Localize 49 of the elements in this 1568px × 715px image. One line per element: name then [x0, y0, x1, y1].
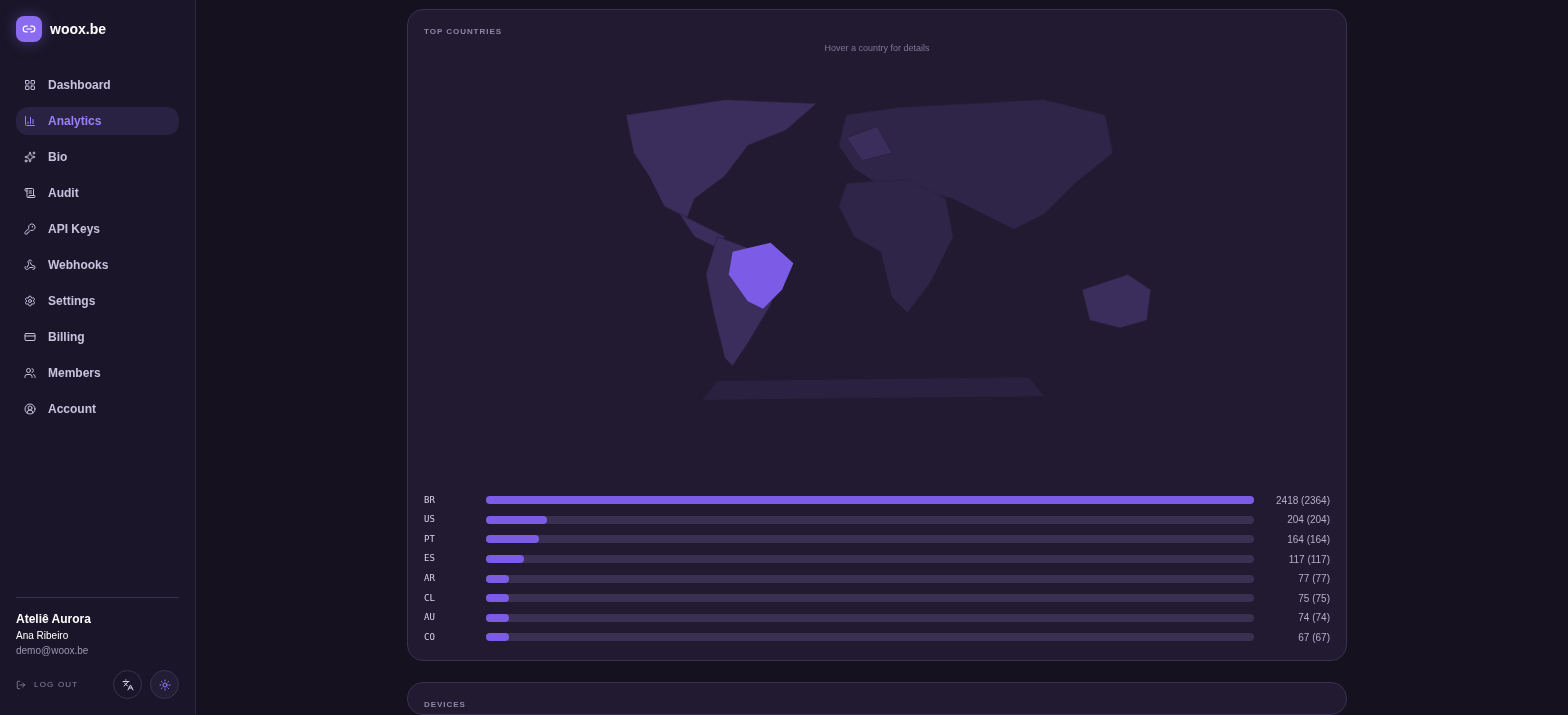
country-code: US — [424, 513, 436, 527]
country-code: BR — [424, 493, 436, 507]
user-circle-icon — [24, 403, 36, 415]
country-code: CL — [424, 591, 436, 605]
nav-item[interactable]: Billing — [16, 323, 179, 351]
brand-name: woox.be — [50, 19, 106, 39]
nav-item[interactable]: Bio — [16, 143, 179, 171]
logo-icon — [16, 16, 42, 42]
country-count: 67 (67) — [1297, 630, 1330, 645]
user-email: demo@woox.be — [16, 644, 90, 658]
nav-item[interactable]: Webhooks — [16, 251, 179, 279]
users-icon — [24, 367, 36, 379]
user-name: Ana Ribeiro — [16, 629, 70, 643]
nav-item[interactable]: API Keys — [16, 215, 179, 243]
webhook-icon — [24, 259, 36, 271]
card-title: TOP COUNTRIES — [424, 26, 503, 38]
workspace-name: Ateliê Aurora — [16, 611, 92, 628]
credit-card-icon — [24, 331, 36, 343]
key-icon — [24, 223, 36, 235]
settings-icon — [24, 295, 36, 307]
logout-button[interactable]: LOG OUT — [16, 678, 79, 691]
sun-icon — [158, 678, 171, 691]
country-count: 74 (74) — [1297, 611, 1330, 626]
card-title: DEVICES — [424, 698, 467, 711]
country-count: 2418 (2364) — [1275, 493, 1330, 508]
translate-icon — [121, 678, 134, 691]
country-code: AR — [424, 571, 436, 585]
country-code: ES — [424, 552, 436, 566]
nav-item[interactable]: Members — [16, 359, 179, 387]
country-count: 117 (117) — [1287, 552, 1330, 567]
country-count: 77 (77) — [1297, 572, 1330, 587]
country-code: AU — [424, 611, 436, 625]
logout-icon — [16, 679, 26, 690]
nav-item[interactable]: Account — [16, 395, 179, 423]
map-hint: Hover a country for details — [824, 42, 930, 55]
nav-item[interactable]: Settings — [16, 287, 179, 315]
country-code: PT — [424, 532, 436, 546]
country-count: 75 (75) — [1297, 591, 1330, 606]
country-count: 164 (164) — [1286, 533, 1330, 547]
nav-item[interactable]: Dashboard — [16, 71, 179, 99]
dashboard-icon — [24, 79, 36, 91]
country-code: CO — [424, 630, 436, 644]
nav-item[interactable]: Audit — [16, 179, 179, 207]
theme-button[interactable] — [150, 670, 179, 699]
scroll-icon — [24, 187, 36, 199]
sparkle-icon — [24, 151, 36, 163]
country-count: 204 (204) — [1286, 513, 1330, 528]
nav-item[interactable]: Analytics — [16, 107, 179, 135]
bar-chart-icon — [24, 115, 36, 127]
